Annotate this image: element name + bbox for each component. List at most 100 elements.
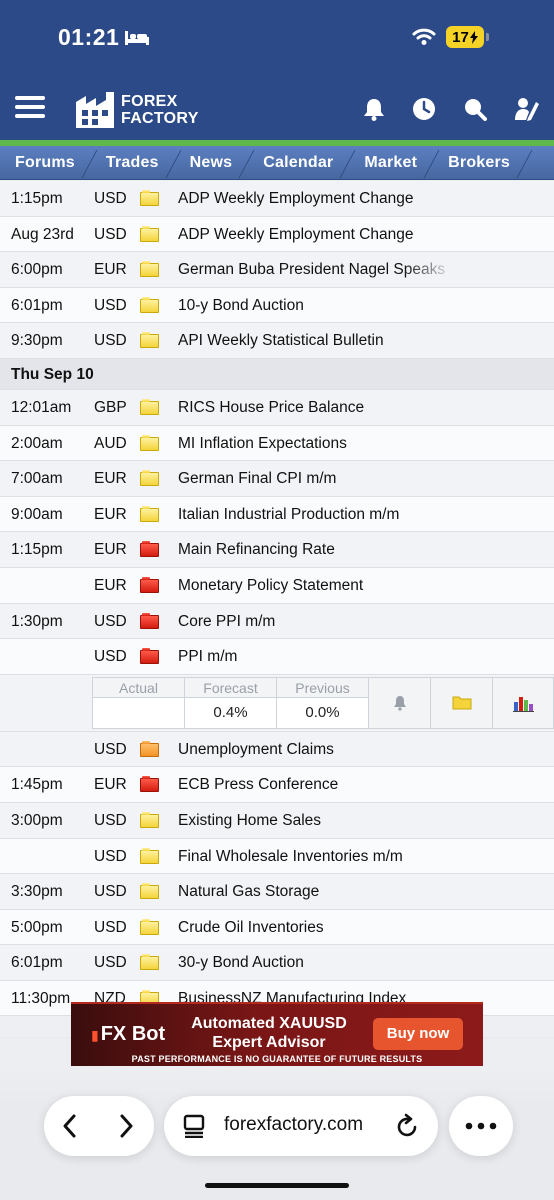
chart-button[interactable] bbox=[492, 676, 554, 729]
table-row[interactable]: 1:45pm EUR ECB Press Conference bbox=[0, 767, 554, 803]
tab-calendar[interactable]: Calendar bbox=[247, 146, 348, 179]
back-icon[interactable] bbox=[60, 1113, 80, 1139]
table-row[interactable]: 1:15pm USD ADP Weekly Employment Change bbox=[0, 181, 554, 217]
ad-brand-text: FX Bot bbox=[100, 1023, 166, 1045]
table-row[interactable]: Aug 23rd USD ADP Weekly Employment Change bbox=[0, 216, 554, 253]
event-currency: EUR bbox=[94, 776, 127, 794]
event-title[interactable]: RICS House Price Balance bbox=[178, 399, 454, 417]
table-row[interactable]: 9:00am EUR Italian Industrial Production m… bbox=[0, 496, 554, 533]
event-title[interactable]: 10-y Bond Auction bbox=[178, 297, 454, 315]
table-row[interactable]: USD Unemployment Claims bbox=[0, 731, 554, 768]
forward-icon[interactable] bbox=[116, 1113, 136, 1139]
event-title[interactable]: Natural Gas Storage bbox=[178, 883, 454, 901]
alert-button[interactable] bbox=[368, 676, 430, 729]
impact-folder-icon-low[interactable] bbox=[140, 883, 159, 900]
reader-icon[interactable] bbox=[182, 1114, 206, 1138]
table-row[interactable]: 3:00pm USD Existing Home Sales bbox=[0, 802, 554, 839]
menu-bar bbox=[15, 114, 45, 118]
impact-folder-icon-low[interactable] bbox=[140, 296, 159, 313]
search-icon[interactable] bbox=[462, 96, 488, 122]
impact-folder-icon-medium[interactable] bbox=[140, 740, 159, 757]
event-title[interactable]: German Buba President Nagel Speaks bbox=[178, 261, 454, 279]
calendar-group: USD Unemployment Claims 1:45pm EUR ECB Press… bbox=[0, 731, 554, 1017]
clock-icon[interactable] bbox=[411, 96, 437, 122]
event-title[interactable]: German Final CPI m/m bbox=[178, 470, 454, 488]
event-title[interactable]: ADP Weekly Employment Change bbox=[178, 190, 454, 208]
ad-banner[interactable]: ▮ FX Bot Automated XAUUSD Expert Advisor … bbox=[71, 1002, 483, 1066]
ad-buy-button[interactable]: Buy now bbox=[373, 1018, 463, 1050]
event-title[interactable]: 30-y Bond Auction bbox=[178, 954, 454, 972]
impact-folder-icon-high[interactable] bbox=[140, 776, 159, 793]
event-title[interactable]: MI Inflation Expectations bbox=[178, 435, 454, 453]
event-title[interactable]: Core PPI m/m bbox=[178, 613, 454, 631]
previous-value: 0.0% bbox=[305, 703, 340, 721]
event-title[interactable]: Final Wholesale Inventories m/m bbox=[178, 848, 454, 866]
impact-folder-icon-low[interactable] bbox=[140, 261, 159, 278]
table-row[interactable]: 1:30pm USD Core PPI m/m bbox=[0, 603, 554, 640]
url-text[interactable]: forexfactory.com bbox=[224, 1114, 363, 1136]
event-time: 12:01am bbox=[11, 398, 72, 416]
table-row[interactable]: USD Final Wholesale Inventories m/m bbox=[0, 838, 554, 875]
impact-folder-icon-low[interactable] bbox=[140, 918, 159, 935]
impact-folder-icon-low[interactable] bbox=[140, 225, 159, 242]
table-row[interactable]: 1:15pm EUR Main Refinancing Rate bbox=[0, 532, 554, 568]
impact-folder-icon-high[interactable] bbox=[140, 541, 159, 558]
address-bar[interactable]: forexfactory.com bbox=[164, 1096, 438, 1156]
user-icon[interactable] bbox=[514, 96, 540, 122]
impact-folder-icon-low[interactable] bbox=[140, 847, 159, 864]
impact-folder-icon-low[interactable] bbox=[140, 954, 159, 971]
menu-button[interactable] bbox=[15, 96, 45, 120]
impact-folder-icon-low[interactable] bbox=[140, 505, 159, 522]
reload-icon[interactable] bbox=[396, 1113, 420, 1139]
table-row[interactable]: 7:00am EUR German Final CPI m/m bbox=[0, 461, 554, 497]
logo-line-1: FOREX bbox=[121, 93, 178, 110]
previous-label: Previous bbox=[277, 677, 368, 698]
more-dots-icon bbox=[465, 1122, 497, 1130]
forex-factory-logo[interactable]: FOREX FACTORY bbox=[74, 88, 199, 132]
bell-icon[interactable] bbox=[361, 96, 387, 122]
event-title[interactable]: Main Refinancing Rate bbox=[178, 541, 454, 559]
impact-folder-icon-low[interactable] bbox=[140, 398, 159, 415]
impact-folder-icon-low[interactable] bbox=[140, 434, 159, 451]
event-title[interactable]: ADP Weekly Employment Change bbox=[178, 226, 454, 244]
table-row[interactable]: 6:01pm USD 30-y Bond Auction bbox=[0, 945, 554, 981]
more-button[interactable] bbox=[449, 1096, 513, 1156]
tab-forums[interactable]: Forums bbox=[0, 146, 90, 179]
event-title[interactable]: Unemployment Claims bbox=[178, 741, 454, 759]
event-currency: USD bbox=[94, 190, 127, 207]
tab-market[interactable]: Market bbox=[348, 146, 432, 179]
actual-label: Actual bbox=[93, 677, 184, 698]
event-title[interactable]: Italian Industrial Production m/m bbox=[178, 506, 454, 524]
event-title[interactable]: Monetary Policy Statement bbox=[178, 577, 454, 595]
tab-trades[interactable]: Trades bbox=[90, 146, 174, 179]
details-folder-button[interactable] bbox=[430, 676, 492, 729]
event-title[interactable]: API Weekly Statistical Bulletin bbox=[178, 332, 454, 350]
impact-folder-icon-high[interactable] bbox=[140, 576, 159, 593]
impact-folder-icon-low[interactable] bbox=[140, 811, 159, 828]
table-row[interactable]: 6:00pm EUR German Buba President Nagel Spe… bbox=[0, 252, 554, 288]
tab-news[interactable]: News bbox=[174, 146, 248, 179]
impact-folder-icon-low[interactable] bbox=[140, 470, 159, 487]
table-row[interactable]: USD PPI m/m bbox=[0, 639, 554, 675]
table-row[interactable]: 2:00am AUD MI Inflation Expectations bbox=[0, 425, 554, 462]
event-time: 2:00am bbox=[11, 434, 63, 452]
table-row[interactable]: 9:30pm USD API Weekly Statistical Bulletin bbox=[0, 323, 554, 359]
impact-folder-icon-low[interactable] bbox=[140, 332, 159, 349]
table-row[interactable]: 12:01am GBP RICS House Price Balance bbox=[0, 389, 554, 426]
table-row[interactable]: 5:00pm USD Crude Oil Inventories bbox=[0, 909, 554, 946]
event-currency: USD bbox=[94, 954, 127, 972]
event-currency: EUR bbox=[94, 576, 127, 594]
event-title[interactable]: PPI m/m bbox=[178, 648, 454, 666]
table-row[interactable]: 3:30pm USD Natural Gas Storage bbox=[0, 874, 554, 910]
event-title[interactable]: Crude Oil Inventories bbox=[178, 919, 454, 937]
event-title[interactable]: ECB Press Conference bbox=[178, 776, 454, 794]
event-detail-table: Actual Forecast 0.4% Previous 0.0% bbox=[92, 676, 554, 729]
table-row[interactable]: EUR Monetary Policy Statement bbox=[0, 567, 554, 604]
tab-brokers[interactable]: Brokers bbox=[432, 146, 525, 179]
impact-folder-icon-high[interactable] bbox=[140, 648, 159, 665]
impact-folder-icon-low[interactable] bbox=[140, 190, 159, 206]
impact-folder-icon-high[interactable] bbox=[140, 612, 159, 629]
table-row[interactable]: 6:01pm USD 10-y Bond Auction bbox=[0, 287, 554, 324]
calendar-group: 1:15pm USD ADP Weekly Employment Change Aug… bbox=[0, 181, 554, 359]
event-title[interactable]: Existing Home Sales bbox=[178, 812, 454, 830]
